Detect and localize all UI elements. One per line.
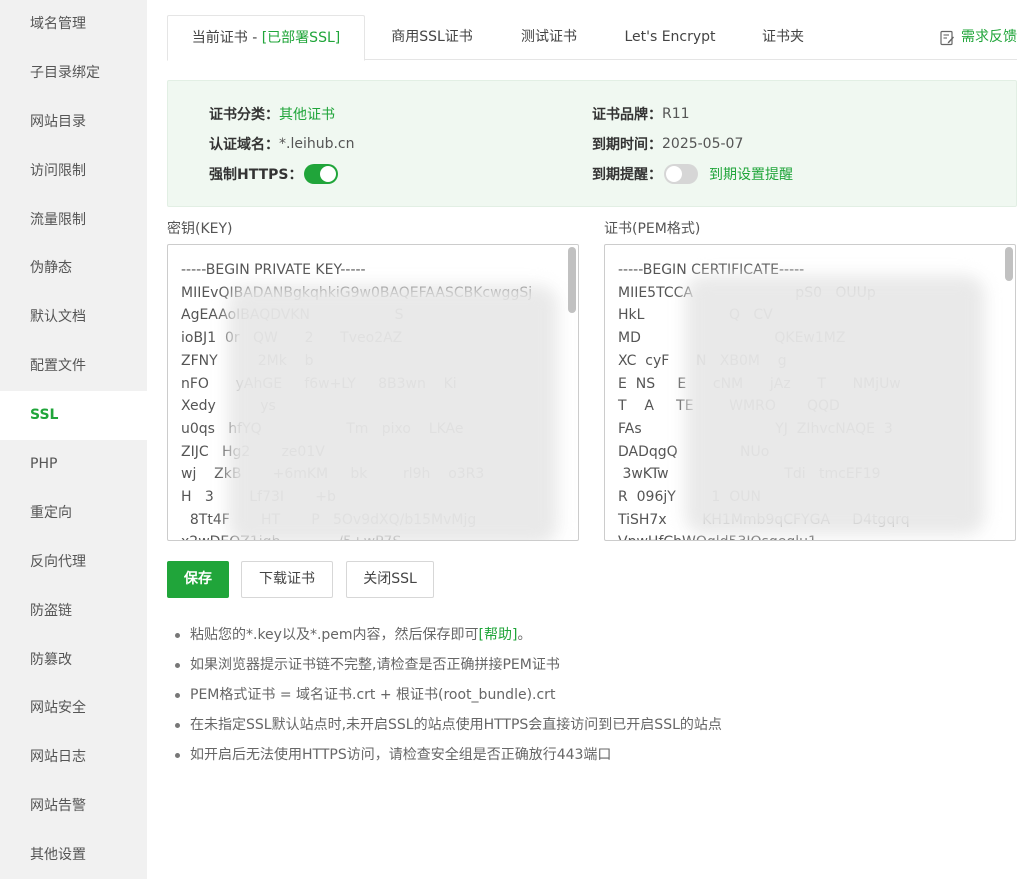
- cert-domain-value: *.leihub.cn: [279, 136, 355, 152]
- download-cert-button[interactable]: 下载证书: [241, 561, 333, 598]
- tab-bar: 当前证书 - [已部署SSL] 商用SSL证书 测试证书 Let's Encry…: [167, 15, 1017, 61]
- sidebar-item-tamper[interactable]: 防篡改: [0, 636, 147, 685]
- force-https-row: 强制HTTPS：: [209, 162, 339, 186]
- toggle-knob: [666, 166, 682, 182]
- sidebar-item-subdir[interactable]: 子目录绑定: [0, 49, 147, 98]
- sidebar-item-hotlink[interactable]: 防盗链: [0, 587, 147, 636]
- cert-label: 证书(PEM格式): [604, 221, 701, 237]
- expiry-reminder-link[interactable]: 到期设置提醒: [709, 164, 793, 184]
- list-item: PEM格式证书 = 域名证书.crt + 根证书(root_bundle).cr…: [175, 680, 722, 710]
- sidebar-item-redirect[interactable]: 重定向: [0, 489, 147, 538]
- help-link[interactable]: [帮助]: [479, 620, 518, 650]
- sidebar-item-rewrite[interactable]: 伪静态: [0, 244, 147, 293]
- cert-expiry-value: 2025-05-07: [662, 136, 744, 152]
- tip-text: 粘贴您的*.key以及*.pem内容，然后保存即可: [190, 627, 479, 643]
- sidebar-item-proxy[interactable]: 反向代理: [0, 538, 147, 587]
- tip-suffix: 。: [517, 627, 532, 643]
- tip-text: 如开启后无法使用HTTPS访问，请检查安全组是否正确放行443端口: [190, 747, 612, 763]
- sidebar-item-logs[interactable]: 网站日志: [0, 733, 147, 782]
- cert-category-row: 证书分类： 其他证书: [209, 102, 335, 126]
- sidebar-item-other[interactable]: 其他设置: [0, 831, 147, 879]
- redaction-blur: [228, 285, 558, 540]
- sidebar-item-alerts[interactable]: 网站告警: [0, 782, 147, 831]
- toggle-knob: [320, 166, 337, 182]
- bullet-icon: [175, 722, 180, 728]
- list-item: 在未指定SSL默认站点时,未开启SSL的站点使用HTTPS会直接访问到已开启SS…: [175, 710, 722, 740]
- key-label: 密钥(KEY): [167, 221, 233, 237]
- expiry-reminder-toggle[interactable]: [664, 164, 698, 184]
- bullet-icon: [175, 662, 180, 668]
- feedback-icon: [940, 30, 954, 45]
- list-item: 如果浏览器提示证书链不完整,请检查是否正确拼接PEM证书: [175, 650, 722, 680]
- tips-list: 粘贴您的*.key以及*.pem内容，然后保存即可 [帮助]。 如果浏览器提示证书…: [175, 620, 722, 770]
- expiry-reminder-label: 到期提醒：: [592, 167, 662, 183]
- tip-text: 在未指定SSL默认站点时,未开启SSL的站点使用HTTPS会直接访问到已开启SS…: [190, 717, 722, 733]
- cert-brand-row: 证书品牌： R11: [592, 102, 690, 126]
- sidebar-item-security[interactable]: 网站安全: [0, 684, 147, 733]
- sidebar-item-php[interactable]: PHP: [0, 440, 147, 489]
- key-scrollbar[interactable]: [566, 245, 578, 540]
- redaction-blur: [685, 275, 985, 535]
- sidebar-item-default-doc[interactable]: 默认文档: [0, 293, 147, 342]
- cert-category-label: 证书分类：: [209, 107, 279, 123]
- feedback-link[interactable]: 需求反馈: [939, 15, 1017, 60]
- scroll-thumb[interactable]: [568, 247, 576, 313]
- cert-domain-row: 认证域名： *.leihub.cn: [209, 132, 355, 156]
- sidebar-item-traffic-limit[interactable]: 流量限制: [0, 196, 147, 245]
- bullet-icon: [175, 692, 180, 698]
- close-ssl-button[interactable]: 关闭SSL: [346, 561, 434, 598]
- expiry-reminder-row: 到期提醒： 到期设置提醒: [592, 162, 793, 186]
- force-https-toggle[interactable]: [304, 164, 339, 184]
- cert-category-value: 其他证书: [279, 107, 335, 123]
- bullet-icon: [175, 752, 180, 758]
- sidebar: 域名管理 子目录绑定 网站目录 访问限制 流量限制 伪静态 默认文档 配置文件 …: [0, 0, 147, 879]
- tab-test-cert[interactable]: 测试证书: [509, 15, 589, 60]
- list-item: 如开启后无法使用HTTPS访问，请检查安全组是否正确放行443端口: [175, 740, 722, 770]
- sidebar-item-config[interactable]: 配置文件: [0, 342, 147, 391]
- cert-brand-value: R11: [662, 106, 690, 122]
- sidebar-item-ssl[interactable]: SSL: [0, 391, 147, 441]
- tab-current-label: 当前证书 -: [191, 30, 262, 46]
- sidebar-item-access-limit[interactable]: 访问限制: [0, 147, 147, 196]
- tab-cert-folder[interactable]: 证书夹: [752, 15, 814, 60]
- scroll-thumb[interactable]: [1005, 247, 1013, 281]
- cert-domain-label: 认证域名：: [209, 137, 279, 153]
- list-item: 粘贴您的*.key以及*.pem内容，然后保存即可 [帮助]。: [175, 620, 722, 650]
- save-button[interactable]: 保存: [167, 561, 229, 598]
- tip-text: PEM格式证书 = 域名证书.crt + 根证书(root_bundle).cr…: [190, 687, 556, 703]
- key-textarea[interactable]: -----BEGIN PRIVATE KEY----- MIIEvQIBADAN…: [167, 244, 579, 541]
- cert-info-box: 证书分类： 其他证书 认证域名： *.leihub.cn 强制HTTPS： 证书…: [167, 80, 1017, 207]
- cert-brand-label: 证书品牌：: [592, 107, 662, 123]
- sidebar-item-site-dir[interactable]: 网站目录: [0, 98, 147, 147]
- main-panel: 当前证书 - [已部署SSL] 商用SSL证书 测试证书 Let's Encry…: [147, 0, 1027, 879]
- feedback-label: 需求反馈: [961, 29, 1017, 45]
- cert-textarea[interactable]: -----BEGIN CERTIFICATE----- MIIE5TCCA pS…: [604, 244, 1016, 541]
- cert-expiry-row: 到期时间： 2025-05-07: [592, 132, 743, 156]
- tab-commercial[interactable]: 商用SSL证书: [377, 15, 487, 60]
- tab-letsencrypt[interactable]: Let's Encrypt: [615, 15, 725, 60]
- tab-current-cert[interactable]: 当前证书 - [已部署SSL]: [167, 15, 365, 61]
- bullet-icon: [175, 632, 180, 638]
- cert-scrollbar[interactable]: [1003, 245, 1015, 540]
- tip-text: 如果浏览器提示证书链不完整,请检查是否正确拼接PEM证书: [190, 657, 560, 673]
- force-https-label: 强制HTTPS：: [209, 167, 303, 183]
- sidebar-item-domain[interactable]: 域名管理: [0, 0, 147, 49]
- tab-current-status: [已部署SSL]: [261, 30, 341, 46]
- cert-expiry-label: 到期时间：: [592, 137, 662, 153]
